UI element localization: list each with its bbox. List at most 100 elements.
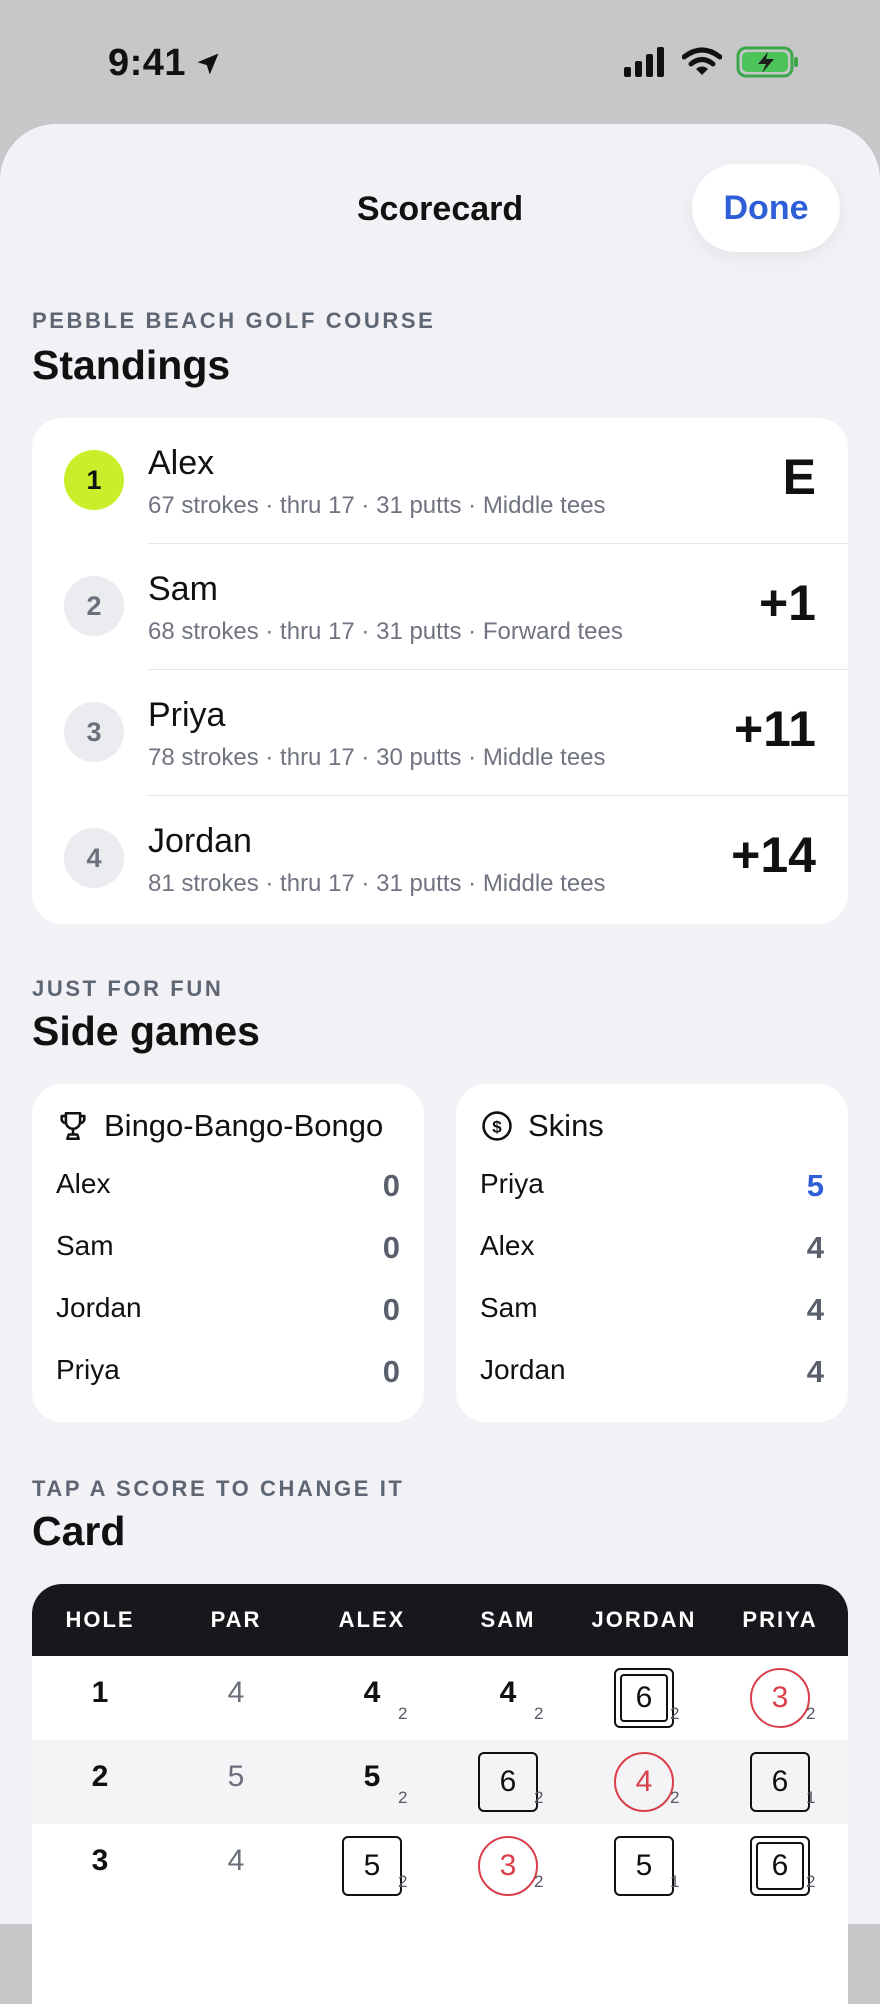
bingo-bango-bongo-card[interactable]: Bingo-Bango-Bongo Alex 0 Sam 0 Jordan 0 … — [32, 1084, 424, 1422]
column-header: JORDAN — [591, 1607, 697, 1632]
game-points: 4 — [806, 1292, 824, 1327]
game-title: Skins — [528, 1108, 604, 1143]
skins-card[interactable]: $ Skins Priya 5 Alex 4 Sam 4 Jordan 4 — [456, 1084, 848, 1422]
birdie-score-marker: 4 — [614, 1752, 674, 1812]
game-row: Alex 4 — [480, 1230, 824, 1270]
putts-count: 2 — [534, 1704, 544, 1723]
player-stats: 68 strokes · thru 17 · 31 putts · Forwar… — [148, 618, 623, 645]
score-cell[interactable]: 52 — [304, 1824, 440, 1908]
player-stats: 67 strokes · thru 17 · 31 putts · Middle… — [148, 492, 606, 519]
score-value: 5 — [363, 1849, 381, 1882]
course-name: PEBBLE BEACH GOLF COURSE — [32, 308, 436, 333]
player-score: E — [782, 449, 816, 505]
status-time: 9:41 — [108, 42, 222, 85]
game-title: Bingo-Bango-Bongo — [104, 1108, 384, 1143]
hole-number: 1 — [91, 1676, 109, 1709]
rank-badge: 4 — [64, 828, 124, 888]
par-value: 4 — [227, 1844, 245, 1877]
game-player: Priya — [480, 1168, 544, 1199]
game-points: 0 — [382, 1354, 400, 1389]
cellular-signal-icon — [624, 47, 664, 77]
score-cell[interactable]: 61 — [712, 1740, 848, 1824]
putts-count: 2 — [670, 1788, 680, 1807]
game-points: 4 — [806, 1230, 824, 1265]
score-value: 5 — [635, 1849, 653, 1882]
game-player: Jordan — [56, 1292, 142, 1323]
done-button[interactable]: Done — [692, 164, 840, 252]
trophy-icon — [60, 1111, 86, 1141]
score-cell[interactable]: 62 — [576, 1656, 712, 1740]
score-value: 3 — [499, 1849, 517, 1882]
score-value: 6 — [771, 1849, 789, 1882]
clock-text: 9:41 — [108, 42, 187, 84]
score-value: 4 — [363, 1676, 381, 1709]
column-header: PAR — [210, 1607, 262, 1632]
player-name: Alex — [148, 444, 215, 482]
game-points: 4 — [806, 1354, 824, 1389]
standings-title: Standings — [32, 342, 231, 388]
side-games-title: Side games — [32, 1008, 260, 1054]
hole-number-cell: 3 — [32, 1824, 168, 1908]
column-header: ALEX — [338, 1607, 406, 1632]
score-cell[interactable]: 62 — [712, 1824, 848, 1908]
birdie-score-marker: 3 — [750, 1668, 810, 1728]
game-player: Priya — [56, 1354, 120, 1385]
player-score: +11 — [733, 701, 816, 757]
putts-count: 2 — [806, 1704, 816, 1723]
standing-row[interactable]: 3 Priya 78 strokes · thru 17 · 30 putts … — [32, 670, 848, 796]
game-points: 0 — [382, 1168, 400, 1203]
game-player: Sam — [56, 1230, 114, 1261]
par-cell: 4 — [168, 1656, 304, 1740]
player-name: Priya — [148, 696, 226, 734]
score-cell[interactable]: 62 — [440, 1740, 576, 1824]
score-cell[interactable]: 32 — [712, 1656, 848, 1740]
game-row: Priya 0 — [56, 1354, 400, 1394]
hole-number-cell: 1 — [32, 1656, 168, 1740]
score-value: 4 — [635, 1765, 653, 1798]
card-hint: TAP A SCORE TO CHANGE IT — [32, 1476, 405, 1501]
game-player: Alex — [480, 1230, 535, 1261]
game-header: $ Skins — [480, 1108, 604, 1144]
game-row: Sam 4 — [480, 1292, 824, 1332]
game-points: 5 — [806, 1168, 824, 1203]
score-cell[interactable]: 32 — [440, 1824, 576, 1908]
column-header: HOLE — [65, 1607, 135, 1632]
putts-count: 2 — [806, 1872, 816, 1891]
player-score: +14 — [731, 827, 816, 883]
dollar-coin-icon: $ — [482, 1111, 512, 1141]
bogey-score-marker: 5 — [342, 1836, 402, 1896]
side-games-eyebrow: JUST FOR FUN — [32, 976, 224, 1001]
par-value: 4 — [227, 1676, 245, 1709]
putts-count: 1 — [670, 1872, 680, 1891]
hole-number: 2 — [91, 1760, 109, 1793]
score-value: 5 — [363, 1760, 381, 1793]
score-cell[interactable]: 42 — [440, 1656, 576, 1740]
player-stats: 81 strokes · thru 17 · 31 putts · Middle… — [148, 870, 606, 897]
location-arrow-icon — [197, 53, 219, 74]
standings-list: 1 Alex 67 strokes · thru 17 · 31 putts ·… — [32, 418, 848, 924]
par-value: 5 — [227, 1760, 245, 1793]
game-row: Priya 5 — [480, 1168, 824, 1208]
putts-count: 2 — [670, 1704, 680, 1723]
standing-row[interactable]: 1 Alex 67 strokes · thru 17 · 31 putts ·… — [32, 418, 848, 544]
putts-count: 2 — [534, 1872, 544, 1891]
table-row: 3452325162 — [32, 1824, 848, 1908]
standing-row[interactable]: 4 Jordan 81 strokes · thru 17 · 31 putts… — [32, 796, 848, 922]
rank-badge: 1 — [64, 450, 124, 510]
scorecard-sheet: Scorecard Done PEBBLE BEACH GOLF COURSE … — [0, 124, 880, 2004]
game-row: Sam 0 — [56, 1230, 400, 1270]
score-cell[interactable]: 52 — [304, 1740, 440, 1824]
svg-text:$: $ — [492, 1117, 502, 1136]
double-score-marker: 6 — [614, 1668, 674, 1728]
standing-row[interactable]: 2 Sam 68 strokes · thru 17 · 31 putts · … — [32, 544, 848, 670]
game-row: Jordan 0 — [56, 1292, 400, 1332]
par-cell: 5 — [168, 1740, 304, 1824]
putts-count: 2 — [534, 1788, 544, 1807]
score-value: 6 — [771, 1765, 789, 1798]
score-cell[interactable]: 42 — [576, 1740, 712, 1824]
score-cell[interactable]: 51 — [576, 1824, 712, 1908]
bogey-score-marker: 6 — [478, 1752, 538, 1812]
score-value: 6 — [499, 1765, 517, 1798]
game-points: 0 — [382, 1292, 400, 1327]
score-cell[interactable]: 42 — [304, 1656, 440, 1740]
